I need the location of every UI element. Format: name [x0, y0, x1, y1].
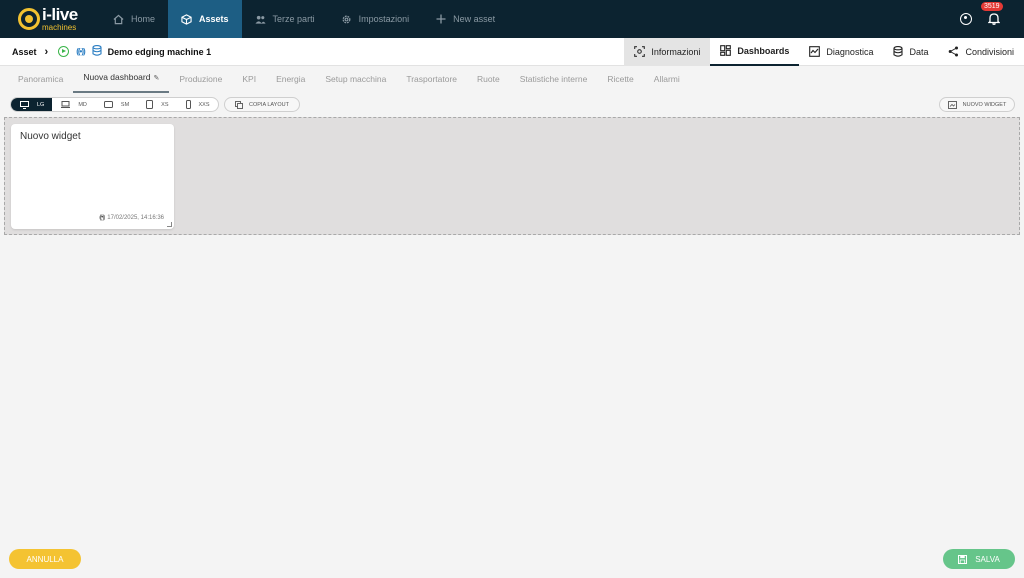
dashboard-grid[interactable]: Nuovo widget ((•)) 17/02/2025, 14:16:36	[4, 117, 1020, 235]
copy-layout-button[interactable]: COPIA LAYOUT	[224, 97, 300, 112]
size-xs-label: XS	[161, 101, 169, 108]
database-icon	[92, 45, 102, 58]
nav-home[interactable]: Home	[100, 0, 168, 38]
size-sm-label: SM	[120, 101, 130, 108]
tab-trasportatore[interactable]: Trasportatore	[396, 74, 467, 93]
users-icon	[255, 14, 266, 25]
chevron-right-icon: ›	[44, 45, 49, 58]
signal-icon: ((•))	[99, 215, 105, 221]
brand-sub: machines	[42, 23, 77, 32]
nav-new-asset-label: New asset	[453, 14, 496, 24]
top-navbar: i-live machines Home Assets Terze parti	[0, 0, 1024, 38]
tab-ricette[interactable]: Ricette	[597, 74, 643, 93]
share-icon	[948, 46, 959, 57]
asset-section-tabs: Informazioni Dashboards Diagnostica Data…	[624, 37, 1024, 66]
dashboard-tabs: Panoramica Nuova dashboard ✎ Produzione K…	[0, 66, 1024, 93]
tablet-landscape-icon	[103, 101, 113, 108]
add-widget-icon	[947, 100, 957, 109]
nav-assets-label: Assets	[199, 14, 229, 24]
laptop-icon	[61, 101, 71, 108]
size-lg[interactable]: LG	[11, 98, 53, 111]
account-icon[interactable]	[960, 13, 972, 25]
asset-name: Demo edging machine 1	[107, 46, 212, 57]
breadcrumb: Asset › ((•)) Demo edging machine 1	[0, 45, 211, 58]
size-sm[interactable]: SM	[95, 98, 137, 111]
dashboard-icon	[720, 45, 732, 56]
tab-nuova-dashboard-label: Nuova dashboard	[83, 72, 151, 82]
nav-assets[interactable]: Assets	[168, 0, 242, 38]
gear-icon	[341, 14, 352, 25]
plus-icon	[435, 14, 446, 25]
tab-statistiche-interne[interactable]: Statistiche interne	[510, 74, 598, 93]
save-button[interactable]: SALVA	[943, 549, 1015, 569]
tab-diagnostica[interactable]: Diagnostica	[799, 38, 883, 66]
size-md[interactable]: MD	[52, 98, 95, 111]
home-icon	[113, 14, 124, 25]
desktop-icon	[20, 100, 29, 109]
nav-terze-parti-label: Terze parti	[272, 14, 315, 24]
widget-card[interactable]: Nuovo widget ((•)) 17/02/2025, 14:16:36	[11, 124, 174, 229]
notifications-button[interactable]: 3519	[981, 2, 1003, 26]
tab-informazioni[interactable]: Informazioni	[624, 37, 711, 66]
tab-nuova-dashboard[interactable]: Nuova dashboard ✎	[73, 72, 170, 93]
main-nav: Home Assets Terze parti Impostazioni New…	[100, 0, 508, 38]
tab-data[interactable]: Data	[883, 38, 938, 66]
database-icon	[893, 46, 904, 57]
cube-icon	[181, 13, 192, 25]
phone-icon	[185, 100, 191, 109]
tab-diagnostica-label: Diagnostica	[826, 46, 874, 57]
tab-dashboards[interactable]: Dashboards	[710, 38, 800, 66]
gear-logo-icon	[18, 8, 40, 30]
widget-title: Nuovo widget	[20, 131, 81, 142]
breadcrumb-root[interactable]: Asset	[12, 47, 37, 57]
size-xxs[interactable]: XXS	[177, 98, 218, 111]
running-status-icon	[58, 46, 70, 57]
tab-ruote[interactable]: Ruote	[467, 74, 510, 93]
brand-logo[interactable]: i-live machines	[0, 0, 96, 38]
resize-handle-icon[interactable]	[167, 222, 172, 227]
signal-icon: ((•))	[76, 47, 86, 56]
tab-kpi[interactable]: KPI	[232, 74, 266, 93]
tab-produzione[interactable]: Produzione	[169, 74, 232, 93]
tab-condivisioni[interactable]: Condivisioni	[938, 38, 1024, 66]
new-widget-label: NUOVO WIDGET	[962, 101, 1007, 108]
nav-new-asset[interactable]: New asset	[422, 0, 508, 38]
size-lg-label: LG	[37, 101, 45, 108]
tab-panoramica[interactable]: Panoramica	[8, 74, 73, 93]
nav-home-label: Home	[131, 14, 156, 24]
tab-energia[interactable]: Energia	[266, 74, 315, 93]
tab-condivisioni-label: Condivisioni	[965, 46, 1014, 57]
widget-timestamp: ((•)) 17/02/2025, 14:16:36	[99, 215, 164, 221]
brand-name: i-live	[42, 5, 78, 24]
nav-impostazioni[interactable]: Impostazioni	[328, 0, 423, 38]
new-widget-button[interactable]: NUOVO WIDGET	[939, 97, 1015, 112]
scan-icon	[634, 46, 646, 57]
chart-icon	[809, 46, 821, 57]
tablet-icon	[146, 100, 154, 109]
copy-layout-label: COPIA LAYOUT	[249, 101, 289, 108]
breakpoint-selector: LG MD SM XS XXS	[10, 97, 219, 112]
size-md-label: MD	[78, 101, 87, 108]
tab-data-label: Data	[909, 46, 929, 57]
size-xs[interactable]: XS	[137, 98, 176, 111]
asset-header: Asset › ((•)) Demo edging machine 1 Info…	[0, 37, 1024, 66]
nav-terze-parti[interactable]: Terze parti	[242, 0, 328, 38]
tab-informazioni-label: Informazioni	[651, 46, 701, 57]
nav-impostazioni-label: Impostazioni	[358, 14, 410, 24]
widget-timestamp-text: 17/02/2025, 14:16:36	[107, 215, 164, 221]
cancel-button[interactable]: ANNULLA	[9, 549, 81, 569]
save-icon	[958, 554, 968, 564]
tab-setup-macchina[interactable]: Setup macchina	[315, 74, 396, 93]
copy-icon	[235, 100, 243, 109]
tab-allarmi[interactable]: Allarmi	[644, 74, 690, 93]
size-xxs-label: XXS	[198, 101, 210, 108]
edit-icon[interactable]: ✎	[153, 75, 159, 82]
bell-icon	[988, 13, 1000, 25]
save-label: SALVA	[975, 554, 1000, 564]
notification-badge: 3519	[981, 2, 1003, 11]
tab-dashboards-label: Dashboards	[737, 45, 790, 56]
